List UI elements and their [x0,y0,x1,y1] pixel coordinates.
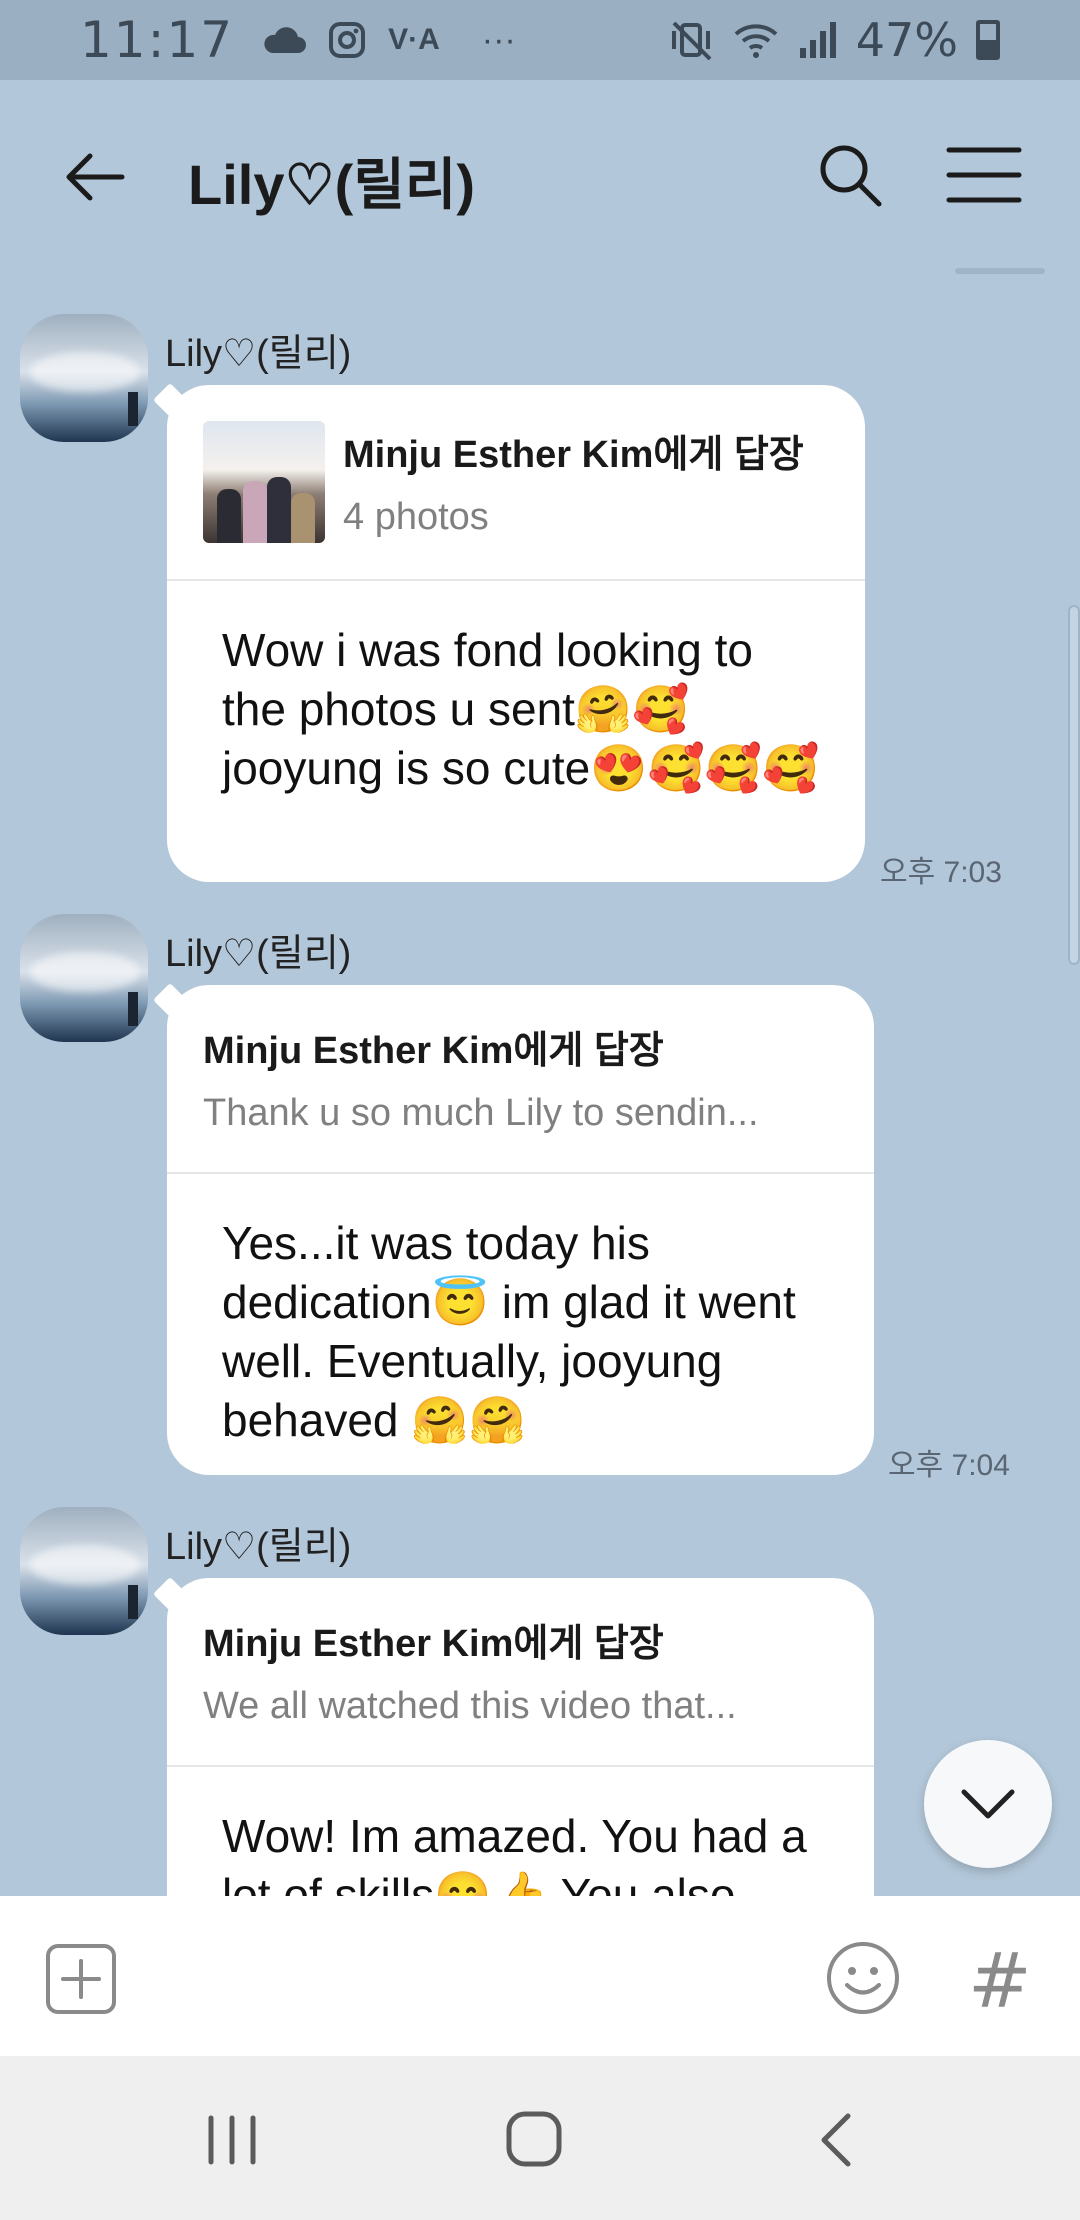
reply-title: Minju Esther Kim에게 답장 [203,1030,664,1072]
reply-subtitle: 4 photos [343,496,489,538]
recent-apps-icon[interactable] [205,2114,259,2166]
chevron-down-icon [961,1789,1015,1819]
notification-icons: V·A ··· [262,21,516,60]
avatar[interactable] [20,914,148,1042]
plus-square-icon[interactable] [45,1943,117,2015]
status-bar: 11:17 V·A ··· 47% [0,0,1080,80]
scroll-to-bottom-button[interactable] [924,1740,1052,1868]
wifi-icon [734,24,778,58]
system-nav-bar [0,2056,1080,2220]
sender-name: Lily♡(릴리) [165,933,352,975]
sender-name: Lily♡(릴리) [165,1526,352,1568]
search-icon[interactable] [815,140,885,210]
scrollbar[interactable] [1068,605,1080,965]
photo-thumbnail [203,421,325,543]
chat-header: Lily♡(릴리) [0,80,1080,270]
hamburger-menu-icon[interactable] [945,140,1023,210]
sender-name: Lily♡(릴리) [165,333,352,375]
reply-preview[interactable]: Minju Esther Kim에게 답장 We all watched thi… [167,1578,874,1767]
reply-title: Minju Esther Kim에게 답장 [203,1623,664,1665]
reply-subtitle: We all watched this video that... [203,1685,737,1727]
message-time: 오후 7:03 [880,856,1002,889]
message-bubble[interactable]: Minju Esther Kim에게 답장 Thank u so much Li… [167,985,874,1475]
message-time: 오후 7:04 [888,1449,1010,1482]
battery-icon [976,20,1000,60]
chat-title: Lily♡(릴리) [188,153,476,216]
system-icons: 47% [670,13,1000,67]
reply-subtitle: Thank u so much Lily to sendin... [203,1092,759,1134]
instagram-icon [329,22,366,58]
mute-vibrate-icon [671,21,712,61]
avatar[interactable] [20,1507,148,1635]
scroll-hint [955,268,1045,274]
message-bubble[interactable]: Minju Esther Kim에게 답장 4 photos Wow i was… [167,385,865,882]
cloud-icon [264,27,307,53]
home-icon[interactable] [505,2110,563,2168]
battery-percent: 47% [855,13,958,67]
smiley-icon[interactable] [825,1940,901,2016]
hashtag-button[interactable]: # [968,1936,1032,2025]
reply-title: Minju Esther Kim에게 답장 [343,434,804,476]
message-input-bar[interactable]: # [0,1896,1080,2056]
arrow-left-icon[interactable] [60,142,130,212]
reply-preview[interactable]: Minju Esther Kim에게 답장 Thank u so much Li… [167,985,874,1174]
voa-icon: V·A [388,23,440,56]
more-dots-icon: ··· [481,20,516,59]
message-text: Yes...it was today his dedication😇 im gl… [222,1217,796,1446]
reply-preview[interactable]: Minju Esther Kim에게 답장 4 photos [167,385,865,581]
signal-icon [799,22,836,58]
avatar[interactable] [20,314,148,442]
status-time: 11:17 [80,11,235,69]
back-icon[interactable] [818,2112,854,2168]
message-text: Wow i was fond looking to the photos u s… [222,624,820,794]
